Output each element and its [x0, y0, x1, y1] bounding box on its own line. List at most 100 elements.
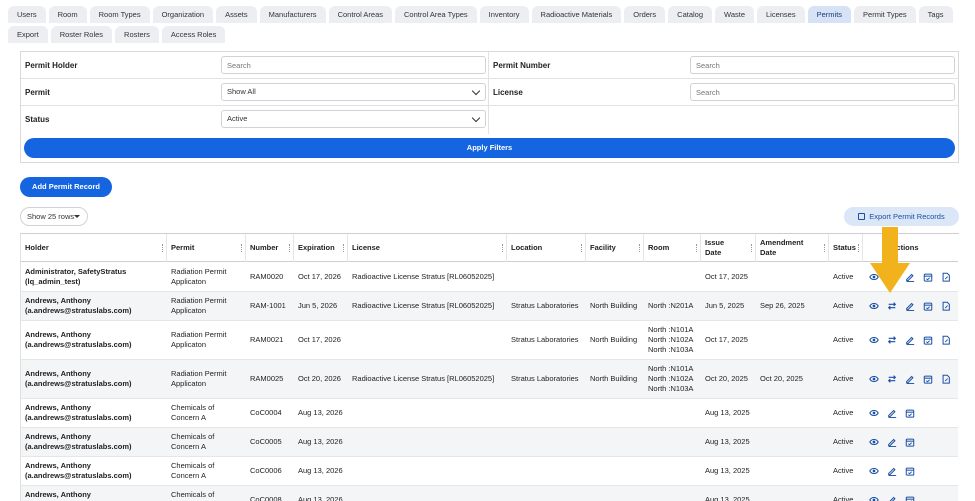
- calendar-icon[interactable]: [905, 466, 915, 476]
- column-resize-icon[interactable]: [824, 244, 826, 252]
- permit-number-input[interactable]: [690, 56, 955, 74]
- column-resize-icon[interactable]: [639, 244, 641, 252]
- edit-icon[interactable]: [905, 301, 915, 311]
- table-row[interactable]: Andrews, Anthony (a.andrews@stratuslabs.…: [21, 321, 958, 360]
- edit-icon[interactable]: [887, 437, 897, 447]
- tab-permits[interactable]: Permits: [807, 6, 852, 23]
- tab-room[interactable]: Room: [48, 6, 87, 23]
- column-resize-icon[interactable]: [289, 244, 291, 252]
- column-resize-icon[interactable]: [343, 244, 345, 252]
- tab-control-area-types[interactable]: Control Area Types: [395, 6, 477, 23]
- column-resize-icon[interactable]: [241, 244, 243, 252]
- cell-permit: Chemicals of Concern A: [171, 461, 215, 480]
- column-header-label: License: [352, 243, 380, 252]
- tab-radioactive-materials[interactable]: Radioactive Materials: [531, 6, 622, 23]
- cell-holder: Andrews, Anthony (a.andrews@stratuslabs.…: [25, 296, 132, 315]
- tab-tags[interactable]: Tags: [918, 6, 953, 23]
- tab-rosters[interactable]: Rosters: [115, 26, 159, 43]
- doc-icon[interactable]: [941, 335, 951, 345]
- calendar-icon[interactable]: [923, 374, 933, 384]
- tab-manufacturers[interactable]: Manufacturers: [259, 6, 326, 23]
- column-header-issue[interactable]: Issue Date: [701, 234, 756, 262]
- view-icon[interactable]: [869, 437, 879, 447]
- doc-icon[interactable]: [941, 301, 951, 311]
- doc-icon[interactable]: [941, 272, 951, 282]
- cell-status: Active: [833, 374, 854, 383]
- tab-assets[interactable]: Assets: [216, 6, 257, 23]
- table-row[interactable]: Andrews, Anthony (a.andrews@stratuslabs.…: [21, 457, 958, 486]
- swap-icon[interactable]: [887, 335, 897, 345]
- cell-holder: Andrews, Anthony (a.andrews@stratuslabs.…: [25, 490, 132, 501]
- column-header-holder[interactable]: Holder: [21, 234, 167, 262]
- tab-organization[interactable]: Organization: [152, 6, 214, 23]
- tab-orders[interactable]: Orders: [624, 6, 666, 23]
- doc-icon[interactable]: [941, 374, 951, 384]
- table-row[interactable]: Andrews, Anthony (a.andrews@stratuslabs.…: [21, 399, 958, 428]
- column-header-expiration[interactable]: Expiration: [294, 234, 348, 262]
- table-row[interactable]: Andrews, Anthony (a.andrews@stratuslabs.…: [21, 428, 958, 457]
- swap-icon[interactable]: [887, 301, 897, 311]
- export-permit-records-button[interactable]: Export Permit Records: [844, 207, 959, 226]
- table-row[interactable]: Andrews, Anthony (a.andrews@stratuslabs.…: [21, 360, 958, 399]
- calendar-icon[interactable]: [905, 495, 915, 501]
- tab-users[interactable]: Users: [8, 6, 46, 23]
- column-header-status[interactable]: Status: [829, 234, 863, 262]
- edit-icon[interactable]: [905, 374, 915, 384]
- table-row[interactable]: Administrator, SafetyStratus (lq_admin_t…: [21, 263, 958, 292]
- cell-permit: Chemicals of Concern A: [171, 490, 215, 501]
- column-header-number[interactable]: Number: [246, 234, 294, 262]
- column-header-license[interactable]: License: [348, 234, 507, 262]
- view-icon[interactable]: [869, 466, 879, 476]
- row-actions: [869, 292, 951, 320]
- column-resize-icon[interactable]: [858, 244, 860, 252]
- cell-amend: [756, 263, 829, 291]
- calendar-icon[interactable]: [905, 408, 915, 418]
- tab-permit-types[interactable]: Permit Types: [854, 6, 916, 23]
- column-header-room[interactable]: Room: [644, 234, 701, 262]
- view-icon[interactable]: [869, 495, 879, 501]
- column-resize-icon[interactable]: [502, 244, 504, 252]
- calendar-icon[interactable]: [923, 272, 933, 282]
- tab-catalog[interactable]: Catalog: [668, 6, 713, 23]
- tab-room-types[interactable]: Room Types: [89, 6, 150, 23]
- cell-room: [644, 486, 701, 501]
- rows-per-page-select[interactable]: Show 25 rows: [20, 207, 88, 226]
- tab-licenses[interactable]: Licenses: [757, 6, 805, 23]
- calendar-icon[interactable]: [923, 301, 933, 311]
- edit-icon[interactable]: [887, 466, 897, 476]
- column-header-location[interactable]: Location: [507, 234, 586, 262]
- status-label: Status: [25, 115, 50, 124]
- tab-export[interactable]: Export: [8, 26, 48, 43]
- edit-icon[interactable]: [887, 408, 897, 418]
- permit-select[interactable]: Show All: [221, 83, 486, 101]
- tab-control-areas[interactable]: Control Areas: [328, 6, 393, 23]
- add-permit-record-button[interactable]: Add Permit Record: [20, 177, 112, 197]
- view-icon[interactable]: [869, 301, 879, 311]
- license-input[interactable]: [690, 83, 955, 101]
- table-row[interactable]: Andrews, Anthony (a.andrews@stratuslabs.…: [21, 292, 958, 321]
- edit-icon[interactable]: [905, 335, 915, 345]
- permit-holder-input[interactable]: [221, 56, 486, 74]
- status-select[interactable]: Active: [221, 110, 486, 128]
- column-resize-icon[interactable]: [696, 244, 698, 252]
- column-header-facility[interactable]: Facility: [586, 234, 644, 262]
- edit-icon[interactable]: [887, 495, 897, 501]
- filter-row-2: Permit Show All License: [21, 79, 958, 106]
- table-row[interactable]: Andrews, Anthony (a.andrews@stratuslabs.…: [21, 486, 958, 501]
- view-icon[interactable]: [869, 408, 879, 418]
- view-icon[interactable]: [869, 335, 879, 345]
- calendar-icon[interactable]: [923, 335, 933, 345]
- tab-access-roles[interactable]: Access Roles: [161, 26, 226, 43]
- column-resize-icon[interactable]: [751, 244, 753, 252]
- swap-icon[interactable]: [887, 374, 897, 384]
- apply-filters-button[interactable]: Apply Filters: [24, 138, 955, 158]
- tab-roster-roles[interactable]: Roster Roles: [50, 26, 113, 43]
- column-header-amend[interactable]: Amendment Date: [756, 234, 829, 262]
- tab-waste[interactable]: Waste: [715, 6, 754, 23]
- column-header-permit[interactable]: Permit: [167, 234, 246, 262]
- column-resize-icon[interactable]: [581, 244, 583, 252]
- tab-inventory[interactable]: Inventory: [479, 6, 529, 23]
- calendar-icon[interactable]: [905, 437, 915, 447]
- view-icon[interactable]: [869, 374, 879, 384]
- sort-icon[interactable]: [162, 244, 164, 252]
